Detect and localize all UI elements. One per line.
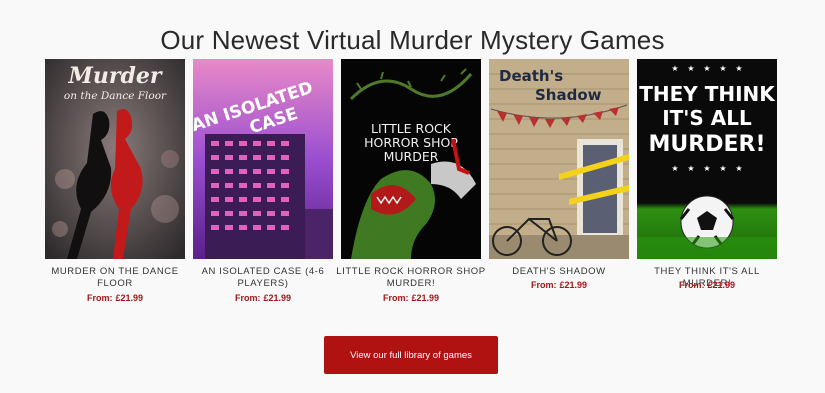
svg-text:★: ★ <box>671 164 678 173</box>
cover-subtitle-text: MURDER <box>384 149 439 164</box>
view-library-button[interactable]: View our full library of games <box>324 336 498 374</box>
game-cover-image[interactable]: Death's Shadow <box>489 59 629 259</box>
svg-text:★: ★ <box>687 164 694 173</box>
price-prefix: From: <box>530 280 557 290</box>
game-title[interactable]: DEATH'S SHADOW <box>483 266 635 278</box>
price-prefix: From: <box>234 293 261 303</box>
price-prefix: From: <box>382 293 409 303</box>
game-cover-image[interactable]: AN ISOLATED CASE <box>193 59 333 259</box>
games-section: Our Newest Virtual Murder Mystery Games <box>0 0 825 393</box>
svg-text:★: ★ <box>719 64 726 73</box>
price-prefix: From: <box>86 293 113 303</box>
svg-text:★: ★ <box>687 64 694 73</box>
game-title[interactable]: MURDER ON THE DANCE FLOOR <box>39 266 191 290</box>
cover-title-text: LITTLE ROCK <box>371 121 452 136</box>
svg-text:★: ★ <box>703 64 710 73</box>
price-value: £21.99 <box>559 280 588 290</box>
game-price: From: £21.99 <box>187 293 339 303</box>
cover-subtitle-text: HORROR SHOP <box>364 135 458 150</box>
game-title[interactable]: LITTLE ROCK HORROR SHOP MURDER! <box>335 266 487 290</box>
price-value: £21.99 <box>707 280 736 290</box>
game-price: From: £21.99 <box>335 293 487 303</box>
cover-title-text: Death's <box>499 67 563 85</box>
svg-text:★: ★ <box>703 164 710 173</box>
cover-subtitle-text: on the Dance Floor <box>64 90 167 102</box>
cover-title-text: Murder <box>68 63 163 89</box>
cover-subtitle-text: Shadow <box>535 86 602 104</box>
game-cover-image[interactable]: Murder on the Dance Floor <box>45 59 185 259</box>
section-title: Our Newest Virtual Murder Mystery Games <box>160 25 665 56</box>
game-title[interactable]: AN ISOLATED CASE (4-6 PLAYERS) <box>187 266 339 290</box>
price-value: £21.99 <box>263 293 292 303</box>
price-prefix: From: <box>678 280 705 290</box>
game-price: From: £21.99 <box>631 280 783 290</box>
cover-title-text: THEY THINK <box>639 82 776 106</box>
svg-text:★: ★ <box>735 64 742 73</box>
price-value: £21.99 <box>115 293 144 303</box>
cover-subtitle-text: IT'S ALL <box>662 106 752 130</box>
svg-text:★: ★ <box>671 64 678 73</box>
price-value: £21.99 <box>411 293 440 303</box>
game-price: From: £21.99 <box>39 293 191 303</box>
svg-text:★: ★ <box>735 164 742 173</box>
game-price: From: £21.99 <box>483 280 635 290</box>
cover-subtitle-text: MURDER! <box>649 132 766 157</box>
svg-text:★: ★ <box>719 164 726 173</box>
game-cover-image[interactable]: LITTLE ROCK HORROR SHOP MURDER <box>341 59 481 259</box>
game-cover-image[interactable]: ★ ★ ★ ★ ★ ★ ★ ★ ★ ★ THEY THINK IT'S ALL MURDER! <box>637 59 777 259</box>
